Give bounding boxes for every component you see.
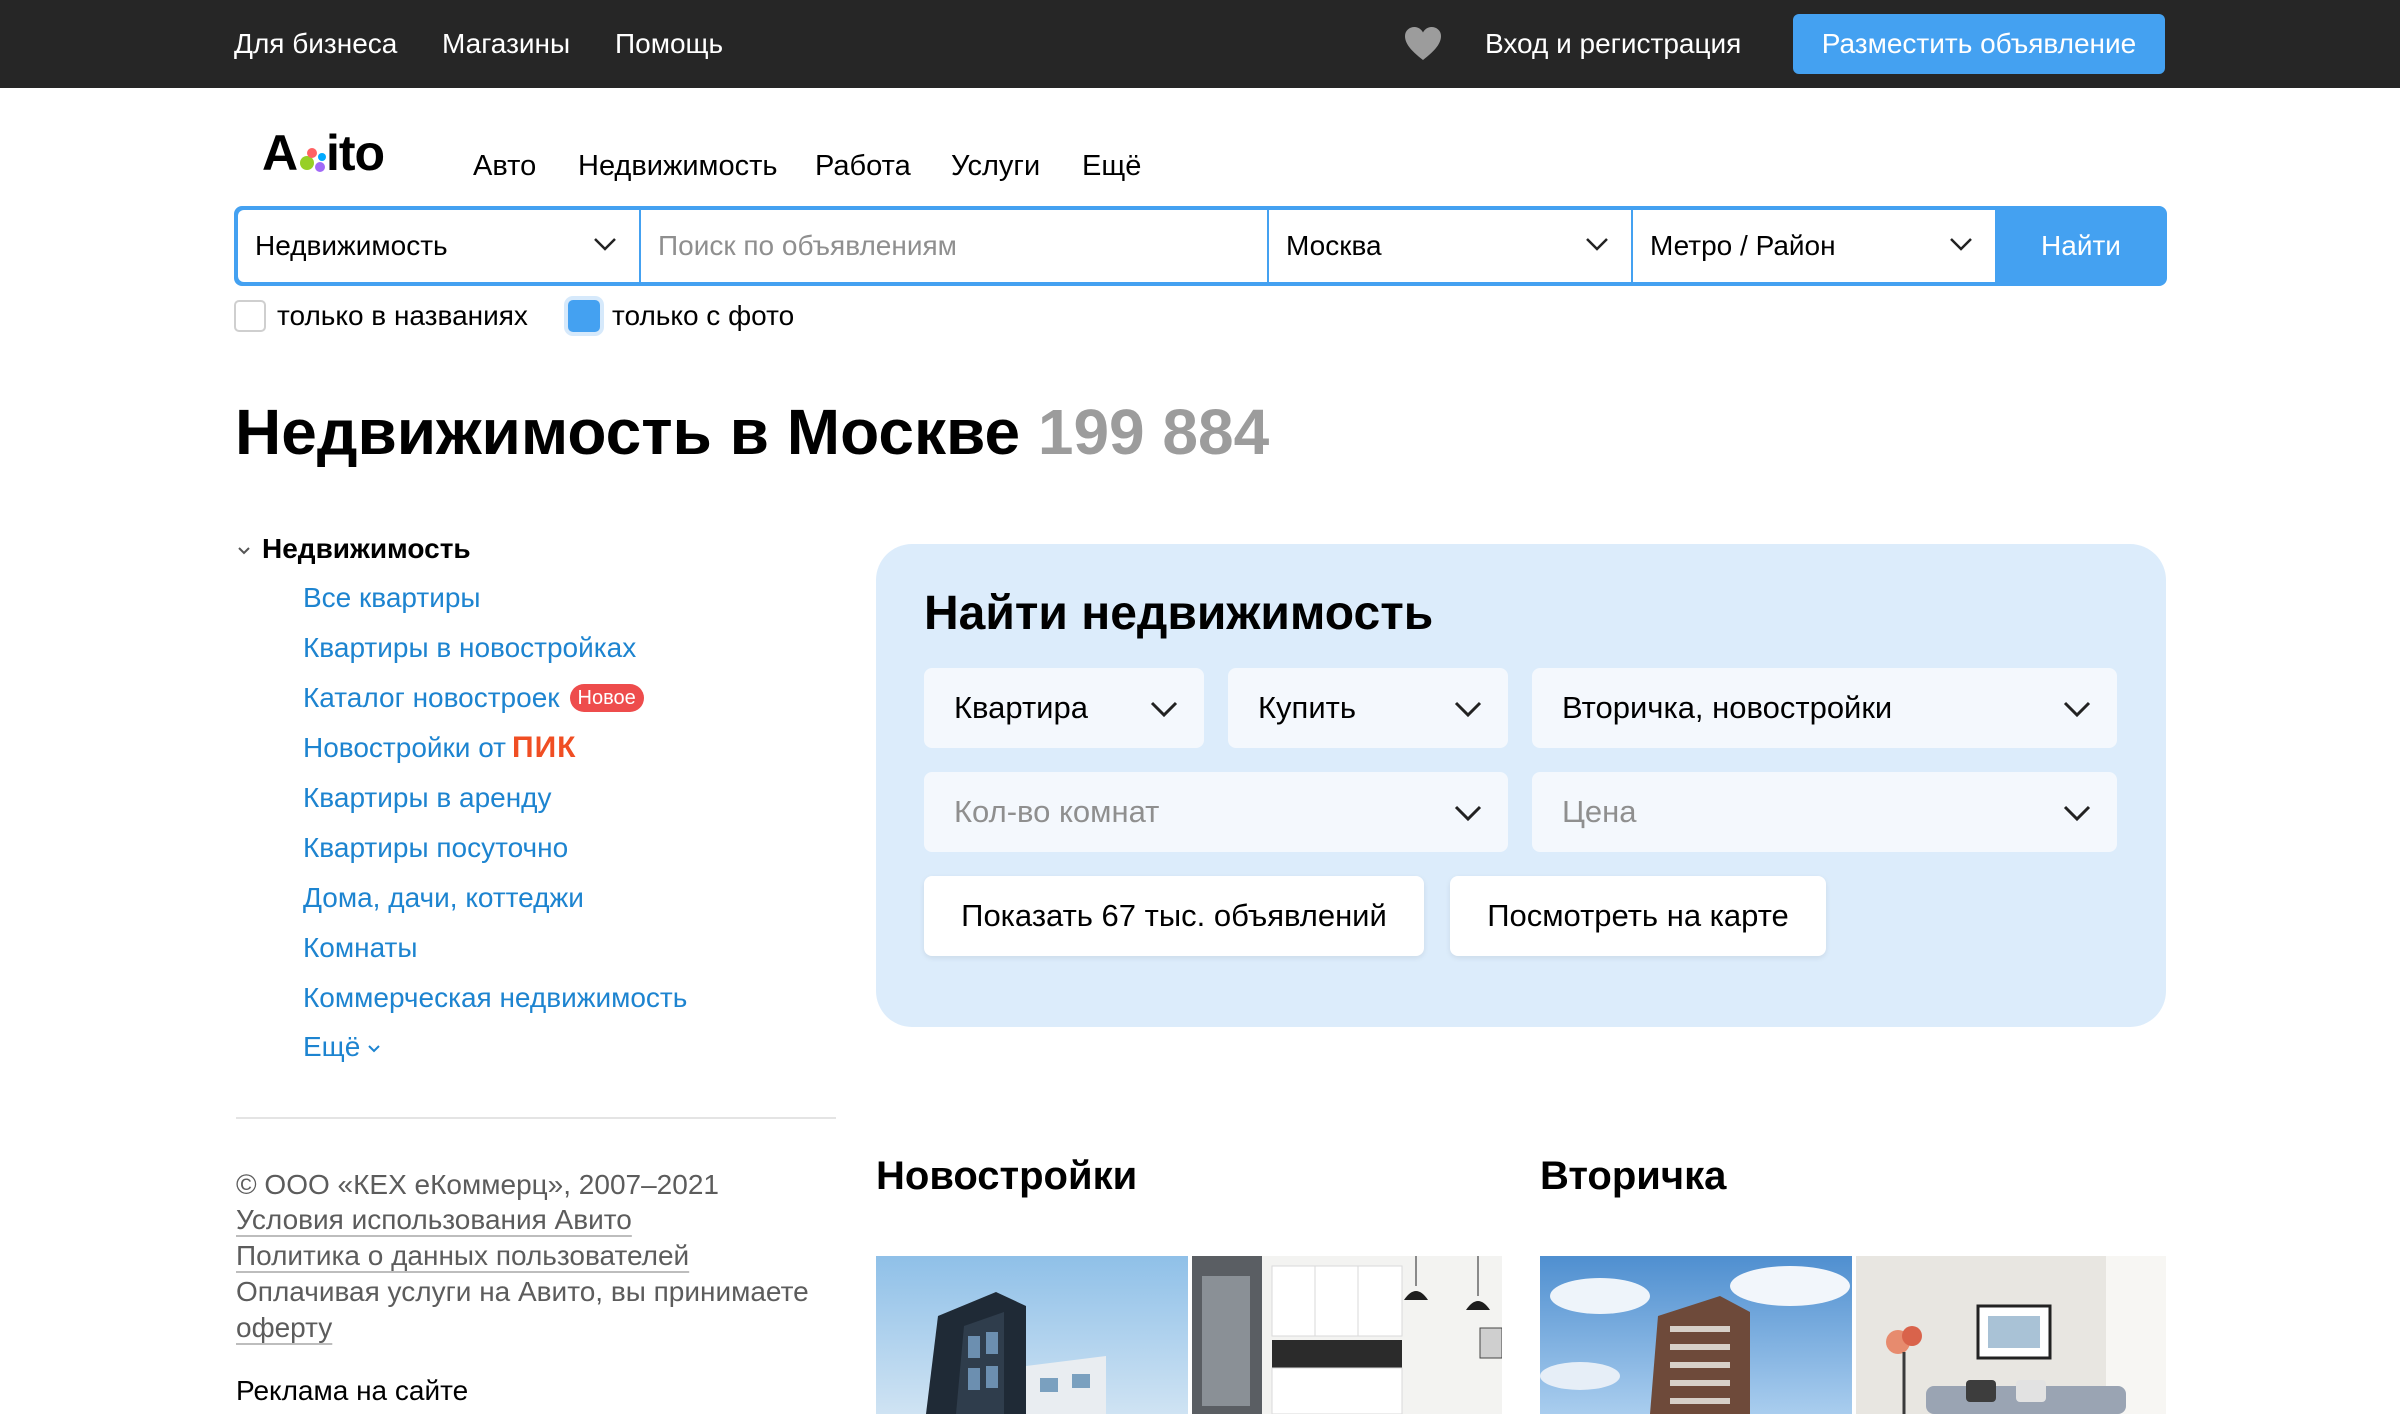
only-titles-checkbox[interactable] xyxy=(234,300,266,332)
sidebar-item-catalog-label: Каталог новостроек xyxy=(303,682,560,713)
metro-select[interactable]: Метро / Район xyxy=(1633,210,1995,282)
sidebar-item-catalog[interactable]: Каталог новостроек Новое xyxy=(303,681,644,715)
login-link[interactable]: Вход и регистрация xyxy=(1485,26,1741,62)
nav-services[interactable]: Услуги xyxy=(951,148,1040,184)
chevron-down-icon xyxy=(1454,805,1482,822)
chevron-down-icon xyxy=(2063,701,2091,718)
sidebar-item-more[interactable]: Ещё xyxy=(303,1030,382,1064)
market-value: Вторичка, новостройки xyxy=(1562,690,1893,725)
help-link[interactable]: Помощь xyxy=(615,26,723,62)
sidebar-item-all-flats[interactable]: Все квартиры xyxy=(303,581,481,615)
top-bar: Для бизнеса Магазины Помощь Вход и регис… xyxy=(0,0,2400,88)
metro-value: Метро / Район xyxy=(1650,230,1836,261)
svg-text:A: A xyxy=(262,126,297,181)
chevron-down-icon xyxy=(1950,238,1972,251)
only-titles-label[interactable]: только в названиях xyxy=(277,298,528,334)
secondary-building-photo[interactable] xyxy=(1540,1256,1852,1414)
sidebar-item-commercial[interactable]: Коммерческая недвижимость xyxy=(303,981,687,1015)
svg-text:ito: ito xyxy=(326,126,384,181)
sidebar-item-pik-label: Новостройки от xyxy=(303,732,506,763)
heart-icon[interactable] xyxy=(1404,26,1442,62)
search-input[interactable]: Поиск по объявлениям xyxy=(641,210,1267,282)
market-select[interactable]: Вторичка, новостройки xyxy=(1532,668,2117,748)
only-photo-label[interactable]: только с фото xyxy=(612,298,794,334)
price-placeholder: Цена xyxy=(1562,794,1637,829)
new-building-photo[interactable] xyxy=(876,1256,1188,1414)
chevron-down-icon xyxy=(594,238,616,251)
panel-title: Найти недвижимость xyxy=(924,587,1434,640)
sidebar-item-houses[interactable]: Дома, дачи, коттеджи xyxy=(303,881,584,915)
show-on-map-button[interactable]: Посмотреть на карте xyxy=(1450,876,1826,956)
new-buildings-heading[interactable]: Новостройки xyxy=(876,1150,1137,1202)
category-value: Недвижимость xyxy=(255,230,448,261)
for-business-link[interactable]: Для бизнеса xyxy=(234,26,397,62)
category-select[interactable]: Недвижимость xyxy=(238,210,639,282)
property-type-select[interactable]: Квартира xyxy=(924,668,1204,748)
category-root-label: Недвижимость xyxy=(262,533,471,564)
show-listings-button[interactable]: Показать 67 тыс. объявлений xyxy=(924,876,1424,956)
nav-jobs[interactable]: Работа xyxy=(815,148,911,184)
offer-text: Оплачивая услуги на Авито, вы принимаете xyxy=(236,1276,809,1307)
search-placeholder: Поиск по объявлениям xyxy=(658,230,957,261)
nav-more[interactable]: Ещё xyxy=(1082,148,1141,184)
search-bar: Недвижимость Поиск по объявлениям Москва… xyxy=(234,206,2167,286)
price-select[interactable]: Цена xyxy=(1532,772,2117,852)
chevron-down-icon xyxy=(238,546,250,555)
listing-count: 199 884 xyxy=(1037,396,1270,468)
terms-link[interactable]: Условия использования Авито xyxy=(236,1202,632,1238)
copyright: © ООО «КЕХ еКоммерц», 2007–2021 xyxy=(236,1169,719,1200)
ads-link[interactable]: Реклама на сайте xyxy=(236,1373,468,1409)
chevron-down-icon xyxy=(2063,805,2091,822)
new-badge: Новое xyxy=(569,684,644,712)
chevron-down-icon xyxy=(1586,238,1608,251)
sidebar-divider xyxy=(236,1117,836,1119)
sidebar-item-pik[interactable]: Новостройки от ПИК xyxy=(303,731,576,765)
secondary-interior-photo[interactable] xyxy=(1856,1256,2166,1414)
sidebar-item-rooms[interactable]: Комнаты xyxy=(303,931,418,965)
only-photo-checkbox[interactable] xyxy=(568,300,600,332)
category-root[interactable]: Недвижимость xyxy=(236,532,471,566)
pik-logo: ПИК xyxy=(512,731,577,764)
shops-link[interactable]: Магазины xyxy=(442,26,570,62)
deal-type-value: Купить xyxy=(1258,690,1357,725)
property-type-value: Квартира xyxy=(954,690,1088,725)
nav-auto[interactable]: Авто xyxy=(473,148,536,184)
sidebar-item-new-flats[interactable]: Квартиры в новостройках xyxy=(303,631,636,665)
nav-realty[interactable]: Недвижимость xyxy=(578,148,778,184)
rooms-select[interactable]: Кол-во комнат xyxy=(924,772,1508,852)
sidebar-item-more-label: Ещё xyxy=(303,1031,361,1062)
sidebar-item-rent[interactable]: Квартиры в аренду xyxy=(303,781,552,815)
find-button[interactable]: Найти xyxy=(1995,206,2167,286)
deal-type-select[interactable]: Купить xyxy=(1228,668,1508,748)
new-interior-photo[interactable] xyxy=(1192,1256,1502,1414)
city-value: Москва xyxy=(1286,230,1382,261)
offer-link[interactable]: оферту xyxy=(236,1310,332,1346)
page-title: Недвижимость в Москве 199 884 xyxy=(235,394,1269,470)
secondary-heading[interactable]: Вторичка xyxy=(1540,1150,1726,1202)
rooms-placeholder: Кол-во комнат xyxy=(954,794,1160,829)
city-select[interactable]: Москва xyxy=(1269,210,1631,282)
page-title-text: Недвижимость в Москве xyxy=(235,396,1021,468)
chevron-down-icon xyxy=(1150,701,1178,718)
post-ad-button[interactable]: Разместить объявление xyxy=(1793,14,2165,74)
privacy-link[interactable]: Политика о данных пользователей xyxy=(236,1238,689,1274)
sidebar-item-daily[interactable]: Квартиры посуточно xyxy=(303,831,568,865)
chevron-down-icon xyxy=(368,1044,381,1053)
realty-search-panel: Найти недвижимость Квартира Купить Втори… xyxy=(876,544,2166,1027)
chevron-down-icon xyxy=(1454,701,1482,718)
avito-logo[interactable]: A ito xyxy=(262,126,412,182)
